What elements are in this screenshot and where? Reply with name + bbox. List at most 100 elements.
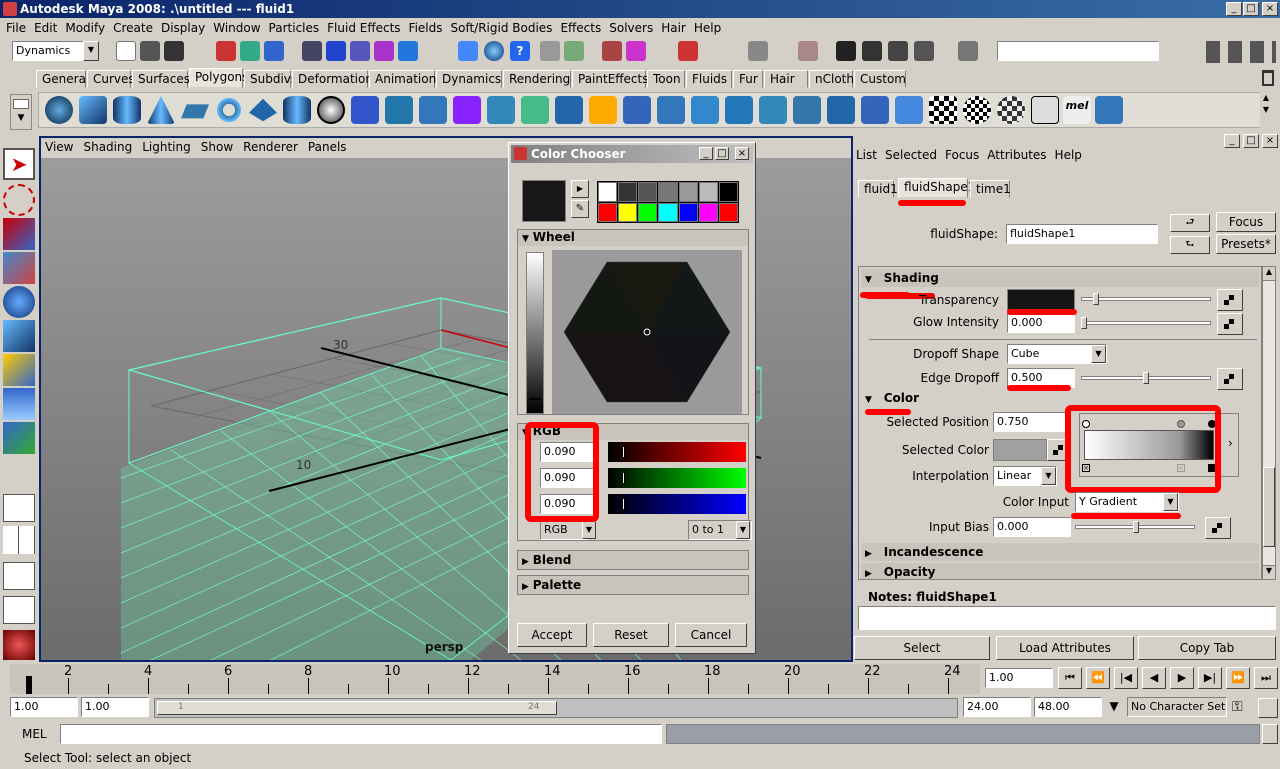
trash-icon[interactable] (1262, 70, 1274, 86)
ae-minimize-button[interactable]: _ (1224, 134, 1240, 148)
menu-solvers[interactable]: Solvers (607, 21, 659, 35)
ae-tab-fluid1[interactable]: fluid1 (858, 180, 898, 198)
ramp-handle-bottom-left[interactable]: × (1082, 464, 1090, 472)
close-button[interactable]: × (1262, 2, 1278, 16)
panel-toggle-icons[interactable] (1206, 41, 1276, 63)
green-slider[interactable] (608, 468, 746, 488)
glow-intensity-input[interactable]: 0.000 (1007, 313, 1075, 333)
input-output-icon[interactable] (748, 41, 768, 61)
poly-pipe-icon[interactable] (283, 96, 311, 124)
menu-window[interactable]: Window (211, 21, 266, 35)
shelf-tab-fluids[interactable]: Fluids (686, 70, 732, 88)
checker-sphere-icon[interactable] (963, 96, 991, 124)
color-ramp-editor[interactable]: × × › (1079, 413, 1239, 477)
animation-start-input[interactable]: 1.00 (10, 697, 78, 717)
glow-intensity-map-button[interactable] (1217, 313, 1243, 335)
hsv-wheel-area[interactable] (552, 250, 742, 414)
ae-vertical-scrollbar[interactable]: ▲ ▼ (1262, 266, 1276, 580)
selected-color-swatch[interactable] (993, 439, 1047, 461)
extract-icon[interactable] (419, 96, 447, 124)
snap-view-icon[interactable] (374, 41, 394, 61)
red-slider[interactable] (608, 442, 746, 462)
menu-particles[interactable]: Particles (267, 21, 326, 35)
value-slider[interactable] (526, 252, 544, 414)
show-manip-icon[interactable] (3, 422, 35, 454)
duplicate-face-icon[interactable] (793, 96, 821, 124)
poly-plane-icon[interactable] (181, 104, 209, 119)
menu-file[interactable]: File (4, 21, 32, 35)
poly-prism-icon[interactable] (249, 98, 277, 122)
poly-sphere-icon[interactable] (45, 96, 73, 124)
range-slider-bar[interactable]: 1 24 (157, 701, 557, 715)
glow-intensity-slider-thumb[interactable] (1081, 317, 1087, 329)
select-star-icon[interactable] (458, 41, 478, 61)
shelf-tab-ncloth[interactable]: nCloth (809, 70, 854, 88)
poke-icon[interactable] (759, 96, 787, 124)
merge-icon[interactable] (861, 96, 889, 124)
incandescence-section-header[interactable]: ▶ Incandescence (861, 543, 1259, 561)
history-icon[interactable] (564, 41, 584, 61)
input-bias-input[interactable]: 0.000 (993, 517, 1071, 537)
viewport-menu-show[interactable]: Show (201, 140, 233, 158)
palette-swatch[interactable] (698, 182, 718, 202)
render-globals-icon[interactable] (914, 41, 934, 61)
animation-end-input[interactable]: 48.00 (1034, 697, 1102, 717)
palette-swatch[interactable] (718, 182, 738, 202)
shelf-tab-painteffects[interactable]: PaintEffects (572, 70, 648, 88)
palette-swatch[interactable] (658, 202, 678, 222)
palette-swatch[interactable] (598, 202, 618, 222)
menu-create[interactable]: Create (111, 21, 159, 35)
select-button[interactable]: Select (854, 636, 990, 660)
show-node-icon[interactable]: ⮑ (1170, 236, 1210, 254)
script-cube-icon[interactable] (1095, 96, 1123, 124)
mirror-icon[interactable] (521, 96, 549, 124)
rotate-tool-icon[interactable] (3, 286, 35, 318)
input-bias-slider-thumb[interactable] (1133, 521, 1139, 533)
node-name-input[interactable]: fluidShape1 (1006, 224, 1158, 244)
shelf-tab-deformation[interactable]: Deformation (292, 70, 373, 88)
shading-section-header[interactable]: ▼ Shading (861, 269, 1259, 287)
bridge-icon[interactable] (589, 96, 617, 124)
cancel-button[interactable]: Cancel (675, 623, 747, 647)
shelf-tab-fur[interactable]: Fur (733, 70, 763, 88)
snap-point-icon[interactable] (350, 41, 370, 61)
go-to-end-icon[interactable]: ⏭ (1254, 667, 1278, 689)
chevron-down-icon[interactable]: ▼ (1104, 698, 1124, 718)
shelf-tab-animation[interactable]: Animation (369, 70, 436, 88)
shelf-tab-toon[interactable]: Toon (647, 70, 685, 88)
viewport-menu-lighting[interactable]: Lighting (142, 140, 191, 158)
playback-end-input[interactable]: 24.00 (963, 697, 1031, 717)
wheel-header[interactable]: ▼ Wheel (518, 230, 748, 246)
ramp-handle-top-mid[interactable] (1177, 420, 1185, 428)
palette-swatch[interactable] (718, 202, 738, 222)
palette-swatch[interactable] (678, 202, 698, 222)
poly-cone-icon[interactable] (147, 96, 175, 124)
play-backward-icon[interactable]: ◀ (1142, 667, 1166, 689)
ramp-handle-bottom-mid[interactable]: × (1177, 464, 1185, 472)
maximize-button[interactable]: □ (715, 147, 729, 160)
palette-swatch[interactable] (598, 182, 618, 202)
load-attributes-button[interactable]: Load Attributes (996, 636, 1134, 660)
checker-map-icon[interactable] (929, 96, 957, 124)
transparency-map-button[interactable] (1217, 289, 1243, 311)
notes-textarea[interactable] (858, 606, 1276, 630)
poly-cube-icon[interactable] (79, 96, 107, 124)
time-ruler[interactable]: 2 4 6 8 10 12 14 16 18 20 22 24 (10, 664, 980, 694)
ae-menu-help[interactable]: Help (1055, 148, 1082, 166)
ae-menu-focus[interactable]: Focus (945, 148, 979, 166)
play-forward-icon[interactable]: ▶ (1170, 667, 1194, 689)
open-scene-icon[interactable] (140, 41, 160, 61)
viewport-menu-renderer[interactable]: Renderer (243, 140, 298, 158)
edge-dropoff-input[interactable]: 0.500 (1007, 368, 1075, 388)
select-tool-icon[interactable]: ➤ (3, 148, 35, 180)
help-question-icon[interactable]: ? (510, 41, 530, 61)
green-slider-thumb[interactable] (622, 472, 625, 484)
chevron-down-icon[interactable]: ▼ (736, 521, 750, 539)
step-back-key-icon[interactable]: ⏪ (1086, 667, 1110, 689)
edge-dropoff-slider-thumb[interactable] (1143, 372, 1149, 384)
ramp-handle-top-left[interactable] (1082, 420, 1090, 428)
range-slider[interactable]: 1 24 (154, 698, 958, 718)
green-value-input[interactable]: 0.090 (540, 468, 596, 488)
transparency-swatch[interactable] (1007, 289, 1075, 311)
ramp-handle-top-right[interactable] (1208, 420, 1216, 428)
